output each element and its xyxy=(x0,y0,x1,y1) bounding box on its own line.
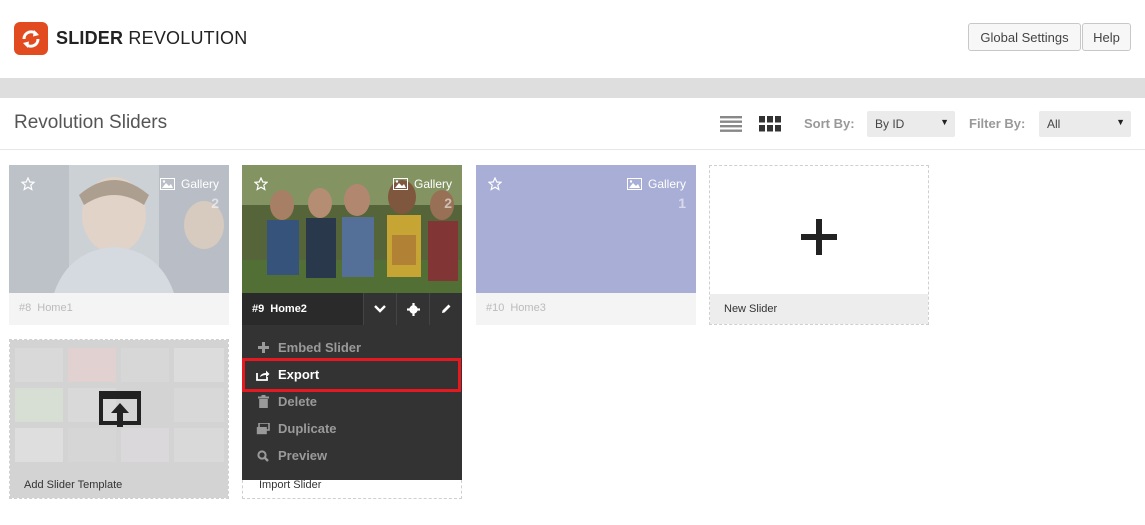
list-view-icon[interactable] xyxy=(720,115,742,138)
menu-item-preview[interactable]: Preview xyxy=(242,442,462,469)
sort-by-select[interactable]: By ID ▼ xyxy=(867,111,955,137)
edit-button[interactable] xyxy=(429,293,462,325)
image-icon xyxy=(626,178,642,190)
help-button[interactable]: Help xyxy=(1082,23,1131,51)
slide-count: 2 xyxy=(444,195,452,211)
menu-item-delete[interactable]: Delete xyxy=(242,388,462,415)
menu-item-duplicate[interactable]: Duplicate xyxy=(242,415,462,442)
brand-name: SLIDER REVOLUTION xyxy=(56,28,248,48)
slider-name: Home3 xyxy=(510,302,546,314)
new-slider-card[interactable]: New Slider xyxy=(709,165,929,325)
dropdown-arrow-icon: ▼ xyxy=(1116,117,1125,127)
slider-id: #8 xyxy=(19,302,32,314)
settings-button[interactable] xyxy=(396,293,429,325)
global-settings-button[interactable]: Global Settings xyxy=(968,23,1081,51)
slider-thumbnail[interactable]: Gallery 2 xyxy=(9,165,229,293)
slide-count: 2 xyxy=(211,195,219,211)
slider-card-footer: #8 Home1 xyxy=(9,293,229,325)
slider-type-badge: Gallery xyxy=(626,177,686,191)
search-icon xyxy=(256,449,270,463)
brand-logo[interactable]: SLIDER REVOLUTION xyxy=(14,22,247,55)
filter-by-select[interactable]: All ▼ xyxy=(1039,111,1131,137)
add-slider-template-label: Add Slider Template xyxy=(24,479,123,491)
import-slider-card[interactable]: Import Slider xyxy=(242,480,462,499)
slider-name: Home2 xyxy=(270,303,307,315)
new-slider-label: New Slider xyxy=(710,294,928,324)
upload-template-icon xyxy=(99,391,141,434)
slide-count: 1 xyxy=(678,195,686,211)
slider-id: #10 xyxy=(486,302,505,314)
sort-by-label: Sort By: xyxy=(804,116,855,131)
page-title: Revolution Sliders xyxy=(14,112,168,133)
duplicate-icon xyxy=(256,422,270,436)
plus-icon xyxy=(801,219,837,260)
trash-icon xyxy=(256,395,270,409)
slider-name: Home1 xyxy=(37,302,73,314)
slider-card-footer-active: #9 Home2 xyxy=(242,293,462,325)
revolution-logo-icon xyxy=(14,22,48,55)
image-icon xyxy=(392,178,408,190)
chevron-down-icon xyxy=(374,305,386,313)
slider-card-footer: #10 Home3 xyxy=(476,293,696,325)
slider-type-badge: Gallery xyxy=(159,177,219,191)
favorite-star-icon[interactable] xyxy=(487,176,503,196)
menu-item-embed-slider[interactable]: Embed Slider xyxy=(242,334,462,361)
dropdown-arrow-icon: ▼ xyxy=(940,117,949,127)
sliders-toolbar: Revolution Sliders Sort By: By ID ▼ Filt… xyxy=(0,98,1145,150)
add-slider-template-card[interactable]: Add Slider Template xyxy=(9,339,229,499)
sort-by-value: By ID xyxy=(875,117,905,131)
slider-thumbnail[interactable]: Gallery 2 xyxy=(242,165,462,293)
slider-thumbnail[interactable]: Gallery 1 xyxy=(476,165,696,293)
filter-by-value: All xyxy=(1047,117,1061,131)
image-icon xyxy=(159,178,175,190)
gear-icon xyxy=(406,302,420,316)
slider-type-badge: Gallery xyxy=(392,177,452,191)
slider-id: #9 xyxy=(252,303,265,315)
import-slider-label: Import Slider xyxy=(259,479,322,491)
top-header: SLIDER REVOLUTION Global Settings Help xyxy=(0,0,1145,78)
favorite-star-icon[interactable] xyxy=(253,176,269,196)
pencil-icon xyxy=(442,304,451,313)
slider-actions-menu: Embed Slider Export Delete Duplicate Pre… xyxy=(242,325,462,480)
favorite-star-icon[interactable] xyxy=(20,176,36,196)
filter-by-label: Filter By: xyxy=(969,116,1026,131)
expand-menu-button[interactable] xyxy=(363,293,396,325)
export-highlight-box xyxy=(242,358,461,392)
header-divider-band xyxy=(0,78,1145,98)
grid-view-icon[interactable] xyxy=(759,115,781,138)
plus-icon xyxy=(256,341,270,355)
